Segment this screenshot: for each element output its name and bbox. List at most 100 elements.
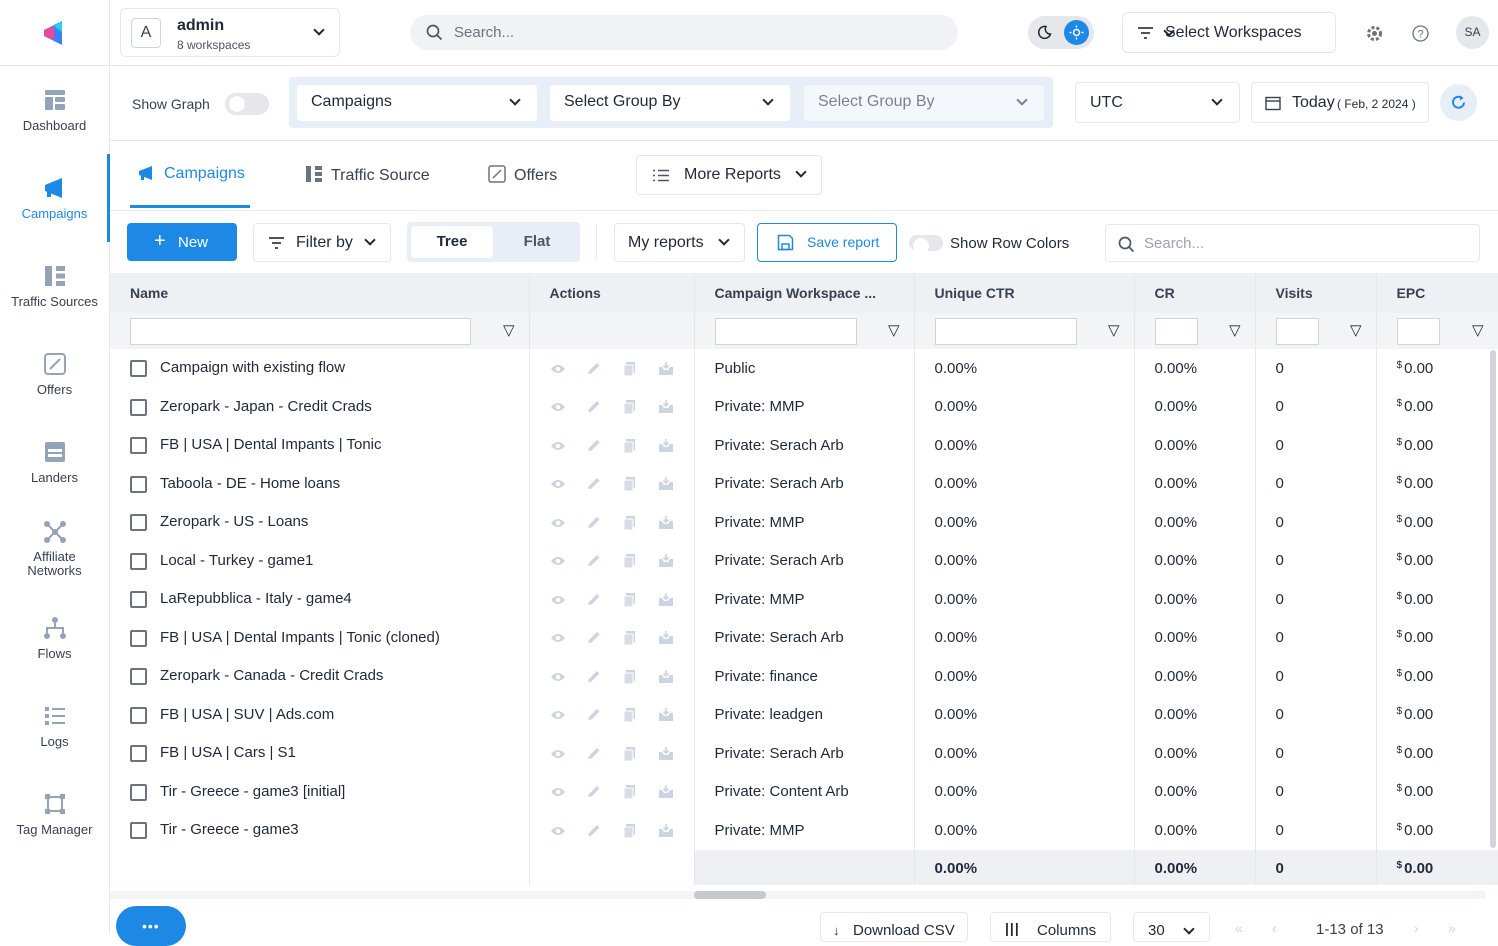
eye-icon[interactable] bbox=[550, 670, 566, 684]
copy-icon[interactable] bbox=[622, 592, 638, 608]
table-row[interactable]: Zeropark - Japan - Credit Crads Private: … bbox=[110, 387, 1498, 426]
archive-icon[interactable] bbox=[658, 477, 674, 491]
edit-icon[interactable] bbox=[586, 670, 602, 684]
copy-icon[interactable] bbox=[622, 400, 638, 415]
row-checkbox[interactable] bbox=[130, 514, 147, 532]
edit-icon[interactable] bbox=[586, 362, 602, 376]
table-row[interactable]: FB | USA | Dental Impants | Tonic (clone… bbox=[110, 618, 1498, 657]
edit-icon[interactable] bbox=[586, 747, 602, 761]
column-header-epc[interactable]: EPC bbox=[1376, 273, 1498, 313]
group-by-primary-select[interactable]: Campaigns bbox=[297, 85, 537, 121]
edit-icon[interactable] bbox=[586, 708, 602, 722]
table-row[interactable]: FB | USA | Dental Impants | Tonic Private… bbox=[110, 426, 1498, 465]
table-row[interactable]: Zeropark - US - Loans Private: MMP 0.00% 0.… bbox=[110, 503, 1498, 542]
row-checkbox[interactable] bbox=[130, 398, 147, 416]
group-by-tertiary-select[interactable]: Select Group By bbox=[804, 85, 1044, 121]
row-checkbox[interactable] bbox=[130, 668, 147, 686]
app-logo[interactable] bbox=[0, 0, 109, 66]
table-row[interactable]: LaRepubblica - Italy - game4 Private: MMP… bbox=[110, 580, 1498, 619]
table-row[interactable]: Local - Turkey - game1 Private: Serach Ar… bbox=[110, 541, 1498, 580]
campaign-name[interactable]: FB | USA | Dental Impants | Tonic bbox=[160, 436, 382, 453]
row-colors-toggle[interactable] bbox=[909, 235, 943, 254]
row-checkbox[interactable] bbox=[130, 360, 147, 378]
edit-icon[interactable] bbox=[586, 785, 602, 799]
eye-icon[interactable] bbox=[550, 785, 566, 799]
edit-icon[interactable] bbox=[586, 824, 602, 838]
campaign-name[interactable]: Taboola - DE - Home loans bbox=[160, 475, 340, 492]
user-avatar[interactable]: SA bbox=[1456, 16, 1489, 49]
archive-icon[interactable] bbox=[658, 708, 674, 722]
eye-icon[interactable] bbox=[550, 554, 566, 568]
show-graph-toggle[interactable] bbox=[225, 93, 269, 115]
filter-icon[interactable]: ▽ bbox=[1472, 321, 1484, 339]
sidebar-item-logs[interactable]: Logs bbox=[0, 704, 109, 749]
row-checkbox[interactable] bbox=[130, 822, 147, 840]
theme-toggle[interactable] bbox=[1028, 16, 1094, 49]
edit-icon[interactable] bbox=[586, 477, 602, 491]
new-campaign-button[interactable]: + New bbox=[127, 223, 237, 261]
filter-icon[interactable]: ▽ bbox=[1350, 321, 1362, 339]
flat-view-button[interactable]: Flat bbox=[497, 226, 577, 258]
page-size-select[interactable]: 30 bbox=[1133, 912, 1210, 942]
chat-button[interactable]: ••• bbox=[116, 906, 186, 946]
eye-icon[interactable] bbox=[550, 824, 566, 838]
vertical-scrollbar[interactable] bbox=[1490, 350, 1496, 848]
table-row[interactable]: FB | USA | SUV | Ads.com Private: leadgen… bbox=[110, 695, 1498, 734]
sidebar-item-landers[interactable]: Landers bbox=[0, 440, 109, 485]
tab-traffic-source[interactable]: Traffic Source bbox=[305, 165, 430, 185]
table-row[interactable]: Taboola - DE - Home loans Private: Serach… bbox=[110, 464, 1498, 503]
select-workspaces-dropdown[interactable]: Select Workspaces bbox=[1122, 12, 1336, 53]
edit-icon[interactable] bbox=[586, 516, 602, 530]
eye-icon[interactable] bbox=[550, 477, 566, 491]
campaign-name[interactable]: Zeropark - US - Loans bbox=[160, 513, 308, 530]
column-header-name[interactable]: Name bbox=[110, 273, 530, 313]
copy-icon[interactable] bbox=[622, 515, 638, 531]
copy-icon[interactable] bbox=[622, 746, 638, 762]
visits-filter-input[interactable] bbox=[1275, 317, 1319, 345]
edit-icon[interactable] bbox=[586, 631, 602, 645]
refresh-button[interactable] bbox=[1440, 84, 1477, 121]
sidebar-item-affiliate-networks[interactable]: Affiliate Networks bbox=[0, 520, 109, 578]
copy-icon[interactable] bbox=[622, 785, 638, 800]
copy-icon[interactable] bbox=[622, 631, 638, 646]
row-checkbox[interactable] bbox=[130, 745, 147, 763]
archive-icon[interactable] bbox=[658, 785, 674, 799]
campaign-name[interactable]: Tir - Greece - game3 [initial] bbox=[160, 783, 345, 800]
archive-icon[interactable] bbox=[658, 554, 674, 568]
row-checkbox[interactable] bbox=[130, 437, 147, 455]
archive-icon[interactable] bbox=[658, 438, 674, 453]
row-checkbox[interactable] bbox=[130, 629, 147, 647]
more-reports-dropdown[interactable]: More Reports bbox=[636, 155, 822, 195]
campaign-name[interactable]: FB | USA | Dental Impants | Tonic (clone… bbox=[160, 629, 440, 646]
eye-icon[interactable] bbox=[550, 400, 566, 414]
eye-icon[interactable] bbox=[550, 362, 566, 376]
campaign-name[interactable]: Zeropark - Canada - Credit Crads bbox=[160, 667, 383, 684]
row-checkbox[interactable] bbox=[130, 591, 147, 609]
filter-icon[interactable]: ▽ bbox=[888, 321, 900, 339]
columns-button[interactable]: ||| Columns bbox=[990, 912, 1111, 942]
eye-icon[interactable] bbox=[550, 631, 566, 645]
sidebar-item-dashboard[interactable]: Dashboard bbox=[0, 88, 109, 133]
ctr-filter-input[interactable] bbox=[934, 317, 1077, 345]
epc-filter-input[interactable] bbox=[1396, 317, 1440, 345]
eye-icon[interactable] bbox=[550, 708, 566, 722]
filter-by-dropdown[interactable]: Filter by bbox=[253, 223, 391, 262]
archive-icon[interactable] bbox=[658, 515, 674, 530]
group-by-secondary-select[interactable]: Select Group By bbox=[550, 85, 790, 121]
help-icon[interactable]: ? bbox=[1412, 25, 1429, 42]
filter-icon[interactable]: ▽ bbox=[503, 321, 515, 339]
archive-icon[interactable] bbox=[658, 746, 674, 761]
edit-icon[interactable] bbox=[586, 554, 602, 568]
campaign-name[interactable]: Tir - Greece - game3 bbox=[160, 821, 299, 838]
copy-icon[interactable] bbox=[622, 361, 638, 377]
archive-icon[interactable] bbox=[658, 631, 674, 645]
tab-offers[interactable]: Offers bbox=[488, 165, 557, 185]
table-row[interactable]: Tir - Greece - game3 Private: MMP 0.00% 0.0… bbox=[110, 811, 1498, 850]
edit-icon[interactable] bbox=[586, 593, 602, 607]
tab-campaigns[interactable]: Campaigns bbox=[138, 165, 245, 183]
campaign-name[interactable]: Local - Turkey - game1 bbox=[160, 552, 313, 569]
horizontal-scroll-thumb[interactable] bbox=[694, 891, 766, 899]
download-csv-button[interactable]: ↓ Download CSV bbox=[820, 912, 968, 942]
archive-icon[interactable] bbox=[658, 400, 674, 414]
copy-icon[interactable] bbox=[622, 823, 638, 839]
